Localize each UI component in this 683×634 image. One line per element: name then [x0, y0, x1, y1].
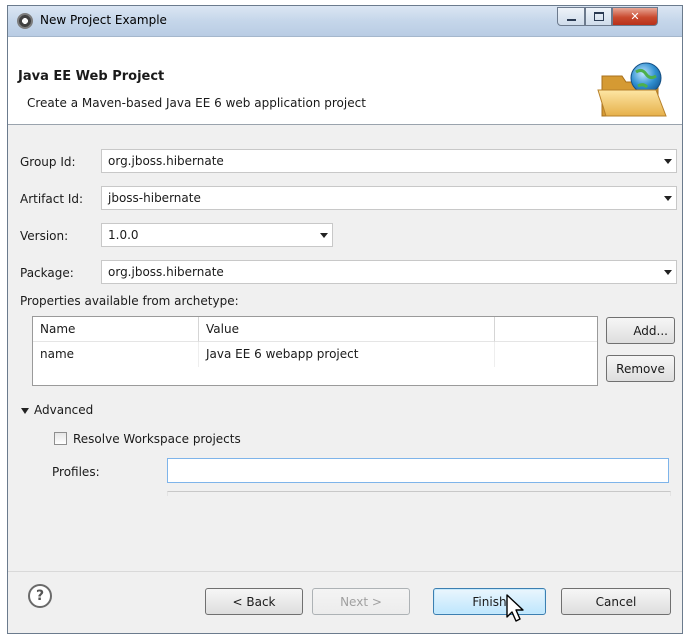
- resolve-workspace-label[interactable]: Resolve Workspace projects: [73, 432, 241, 446]
- table-cell-name[interactable]: name: [33, 342, 199, 367]
- column-header-value[interactable]: Value: [199, 317, 495, 342]
- column-header-name[interactable]: Name: [33, 317, 199, 342]
- profiles-label: Profiles:: [52, 465, 100, 479]
- package-value: org.jboss.hibernate: [108, 265, 224, 279]
- next-button[interactable]: Next >: [312, 588, 410, 615]
- add-button[interactable]: Add...: [606, 317, 675, 344]
- profiles-list-edge: [167, 491, 671, 496]
- table-cell-value[interactable]: Java EE 6 webapp project: [199, 342, 495, 367]
- cancel-button[interactable]: Cancel: [561, 588, 671, 615]
- chevron-down-icon[interactable]: [664, 196, 672, 201]
- window-title: New Project Example: [40, 13, 167, 27]
- artifact-id-value: jboss-hibernate: [108, 191, 201, 205]
- new-project-dialog: New Project Example ✕ Java EE Web Projec…: [7, 5, 683, 634]
- group-id-value: org.jboss.hibernate: [108, 154, 224, 168]
- chevron-down-icon[interactable]: [664, 270, 672, 275]
- footer-separator: [8, 571, 682, 572]
- title-bar[interactable]: New Project Example ✕: [8, 6, 682, 37]
- chevron-down-icon[interactable]: [320, 233, 328, 238]
- wizard-title: Java EE Web Project: [18, 69, 165, 84]
- close-button[interactable]: ✕: [612, 7, 658, 26]
- mouse-cursor-icon: [506, 594, 524, 622]
- resolve-workspace-checkbox[interactable]: [54, 432, 67, 445]
- maximize-icon: [593, 12, 604, 21]
- column-header-blank[interactable]: [495, 317, 597, 342]
- finish-button[interactable]: Finish: [433, 588, 546, 615]
- properties-table[interactable]: Name Value name Java EE 6 webapp project: [32, 316, 598, 386]
- package-combo[interactable]: org.jboss.hibernate: [101, 260, 677, 284]
- help-icon[interactable]: ?: [28, 584, 52, 608]
- profiles-input[interactable]: [167, 458, 669, 483]
- minimize-icon: [566, 18, 576, 21]
- eclipse-icon: [17, 13, 33, 29]
- version-value: 1.0.0: [108, 228, 139, 242]
- group-id-combo[interactable]: org.jboss.hibernate: [101, 149, 677, 173]
- package-label: Package:: [20, 266, 74, 280]
- maximize-button[interactable]: [585, 7, 612, 26]
- wizard-description: Create a Maven-based Java EE 6 web appli…: [27, 96, 366, 110]
- minimize-button[interactable]: [557, 7, 585, 26]
- advanced-section-label[interactable]: Advanced: [34, 403, 93, 417]
- close-icon: ✕: [630, 10, 640, 23]
- remove-button[interactable]: Remove: [606, 355, 675, 382]
- version-combo[interactable]: 1.0.0: [101, 223, 333, 247]
- properties-label: Properties available from archetype:: [20, 294, 239, 308]
- group-id-label: Group Id:: [20, 155, 76, 169]
- artifact-id-combo[interactable]: jboss-hibernate: [101, 186, 677, 210]
- wizard-banner: Java EE Web Project Create a Maven-based…: [8, 37, 682, 125]
- advanced-toggle-icon[interactable]: [21, 408, 29, 414]
- folder-globe-icon: [597, 62, 667, 117]
- chevron-down-icon[interactable]: [664, 159, 672, 164]
- version-label: Version:: [20, 229, 69, 243]
- back-button[interactable]: < Back: [205, 588, 303, 615]
- artifact-id-label: Artifact Id:: [20, 192, 84, 206]
